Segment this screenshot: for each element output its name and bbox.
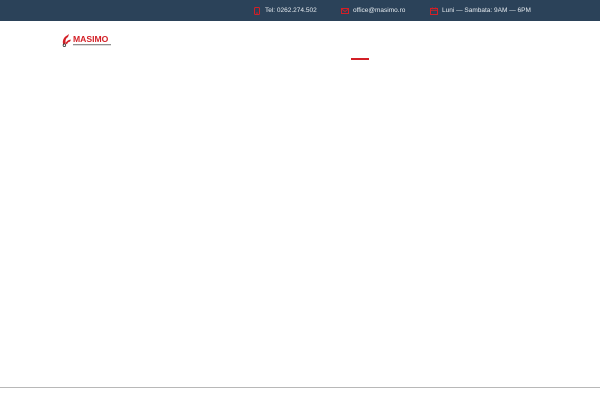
- contact-phone-text: Tel: 0262.274.502: [265, 7, 317, 14]
- contact-hours: Luni — Sambata: 9AM — 6PM: [430, 0, 531, 21]
- top-info-bar: Tel: 0262.274.502 office@masimo.ro Luni …: [0, 0, 600, 21]
- page: Tel: 0262.274.502 office@masimo.ro Luni …: [0, 0, 600, 400]
- contact-email-text: office@masimo.ro: [353, 7, 406, 14]
- site-logo[interactable]: MASIMO: [61, 32, 113, 48]
- logo-emblem-icon: [62, 34, 71, 47]
- contact-hours-text: Luni — Sambata: 9AM — 6PM: [442, 7, 531, 14]
- envelope-icon: [341, 7, 349, 15]
- calendar-icon: [430, 6, 438, 15]
- site-header: MASIMO: [0, 21, 600, 63]
- active-nav-indicator: [351, 58, 369, 60]
- main-content: [0, 63, 600, 387]
- page-divider: [0, 387, 600, 388]
- contact-email[interactable]: office@masimo.ro: [341, 0, 405, 21]
- logo-wordmark: MASIMO: [73, 34, 109, 44]
- phone-icon: [253, 6, 261, 15]
- contact-phone[interactable]: Tel: 0262.274.502: [253, 0, 317, 21]
